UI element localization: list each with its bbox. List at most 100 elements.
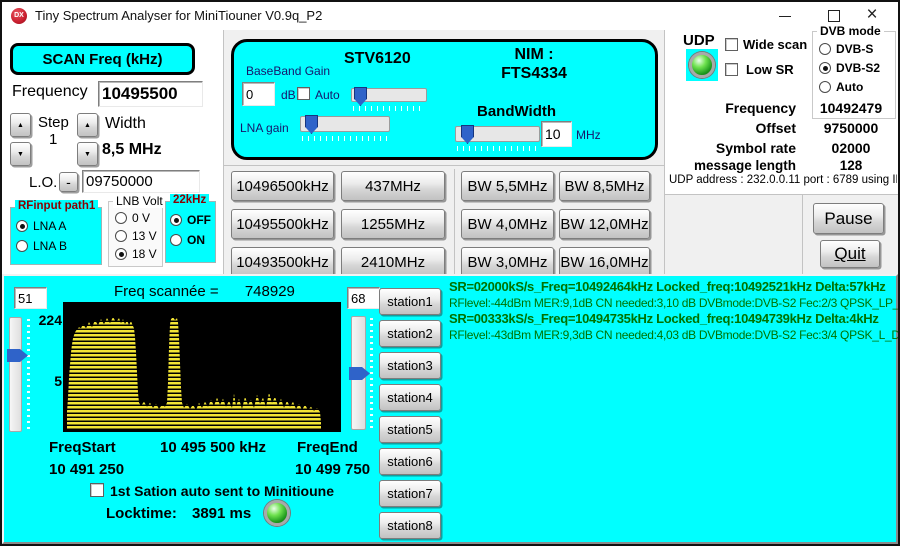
radio-label: LNA A [33, 219, 66, 233]
arrow-down-icon: ▼ [17, 151, 24, 158]
step-down-button[interactable]: ▼ [10, 142, 31, 166]
low-sr-label: Low SR [746, 62, 794, 77]
baseband-gain-slider[interactable] [351, 88, 427, 102]
station1-button[interactable]: station1 [379, 288, 441, 315]
slider-ticks [27, 319, 30, 430]
station2-button[interactable]: station2 [379, 320, 441, 347]
bw-button-3-0[interactable]: BW 3,0MHz [461, 247, 554, 277]
status-line-sr-2: SR=00333kS/s_Freq=10494735kHz Locked_fre… [449, 311, 899, 326]
station3-button[interactable]: station3 [379, 352, 441, 379]
station5-button[interactable]: station5 [379, 416, 441, 443]
lna-gain-label: LNA gain [240, 121, 289, 135]
info-row-offset: Offset 9750000 [666, 120, 894, 136]
pause-button[interactable]: Pause [813, 203, 884, 234]
info-row-frequency: Frequency 10492479 [666, 100, 894, 116]
preset-band-button-2410[interactable]: 2410MHz [341, 247, 445, 277]
radio-icon [170, 234, 182, 246]
slider-thumb[interactable] [461, 125, 474, 144]
frequency-input[interactable] [98, 81, 203, 107]
radio-icon [115, 212, 127, 224]
radio-label: DVB-S2 [836, 61, 880, 75]
divider-presets [454, 169, 455, 277]
auto-send-label: 1st Sation auto sent to Minitioune [110, 483, 334, 499]
preset-band-button-1255[interactable]: 1255MHz [341, 209, 445, 239]
info-row-message-length: message length 128 [666, 158, 894, 173]
arrow-up-icon: ▲ [84, 122, 91, 129]
lo-minus-button[interactable]: - [59, 172, 78, 192]
preset-freq-button-3[interactable]: 10493500kHz [231, 247, 334, 277]
radio-18v[interactable]: 18 V [115, 247, 157, 261]
bandwidth-input[interactable] [541, 121, 572, 147]
info-value: 10492479 [808, 100, 894, 116]
radio-22khz-off[interactable]: OFF [170, 213, 211, 227]
radio-label: 13 V [132, 229, 157, 243]
bandwidth-slider[interactable] [455, 126, 540, 142]
radio-label: DVB-S [836, 42, 873, 56]
low-sr-checkbox[interactable] [725, 63, 738, 76]
width-up-button[interactable]: ▲ [77, 113, 98, 137]
width-label: Width [105, 115, 146, 133]
preset-band-button-437[interactable]: 437MHz [341, 171, 445, 201]
radio-0v[interactable]: 0 V [115, 211, 150, 225]
bw-button-16-0[interactable]: BW 16,0MHz [559, 247, 650, 277]
radio-icon [819, 62, 831, 74]
station4-button[interactable]: station4 [379, 384, 441, 411]
divider-pause-panel [802, 195, 803, 274]
right-gain-input[interactable] [347, 287, 380, 309]
slider-ticks [353, 106, 425, 111]
radio-icon [115, 248, 127, 260]
station6-button[interactable]: station6 [379, 448, 441, 475]
slider-thumb[interactable] [354, 87, 367, 106]
khz22-group-title: 22kHz [170, 194, 209, 206]
slider-ticks [302, 136, 388, 141]
radio-dvb-s2[interactable]: DVB-S2 [819, 61, 880, 75]
lnb-volt-group: LNB Volt 0 V 13 V 18 V [108, 201, 163, 267]
radio-dvb-s[interactable]: DVB-S [819, 42, 873, 56]
spectrum-y-min-label: 5 [34, 373, 62, 389]
width-down-button[interactable]: ▼ [77, 142, 98, 166]
status-line-rf-2: RFlevel:-43dBm MER:9,3dB CN needed:4,03 … [449, 328, 899, 342]
preset-freq-button-2[interactable]: 10495500kHz [231, 209, 334, 239]
minimize-icon [779, 16, 791, 17]
locktime-label: Locktime: [106, 505, 177, 522]
bw-button-12-0[interactable]: BW 12,0MHz [559, 209, 650, 239]
radio-label: ON [187, 233, 205, 247]
quit-button[interactable]: Quit [820, 240, 880, 268]
radio-label: 18 V [132, 247, 157, 261]
bw-button-8-5[interactable]: BW 8,5MHz [559, 171, 650, 201]
baseband-gain-input[interactable] [242, 82, 275, 106]
left-gain-slider[interactable] [9, 317, 22, 432]
auto-checkbox[interactable] [297, 87, 310, 100]
wide-scan-checkbox[interactable] [725, 38, 738, 51]
slider-thumb[interactable] [305, 115, 318, 134]
freq-center-value: 10 495 500 kHz [143, 439, 283, 456]
radio-lna-b[interactable]: LNA B [16, 239, 67, 253]
freq-scanned-value: 748929 [245, 283, 295, 300]
radio-icon [16, 240, 28, 252]
info-row-symbol-rate: Symbol rate 02000 [666, 140, 894, 156]
scan-freq-button[interactable]: SCAN Freq (kHz) [10, 43, 195, 75]
lna-gain-slider[interactable] [300, 116, 390, 132]
step-up-button[interactable]: ▲ [10, 113, 31, 137]
radio-13v[interactable]: 13 V [115, 229, 157, 243]
radio-icon [819, 43, 831, 55]
width-value: 8,5 MHz [102, 141, 162, 159]
station7-button[interactable]: station7 [379, 480, 441, 507]
lo-input[interactable] [82, 170, 200, 193]
radio-22khz-on[interactable]: ON [170, 233, 205, 247]
radio-dvb-auto[interactable]: Auto [819, 80, 863, 94]
left-gain-input[interactable] [14, 287, 47, 309]
info-label: message length [666, 158, 808, 173]
udp-label: UDP [683, 32, 715, 49]
auto-send-checkbox[interactable] [90, 483, 104, 497]
bw-button-4-0[interactable]: BW 4,0MHz [461, 209, 554, 239]
window-title: Tiny Spectrum Analyser for MiniTiouner V… [35, 8, 322, 23]
preset-freq-button-1[interactable]: 10496500kHz [231, 171, 334, 201]
radio-label: OFF [187, 213, 211, 227]
minimize-button[interactable] [765, 2, 805, 30]
bw-button-5-5[interactable]: BW 5,5MHz [461, 171, 554, 201]
radio-lna-a[interactable]: LNA A [16, 219, 66, 233]
info-label: Symbol rate [666, 140, 808, 156]
station8-button[interactable]: station8 [379, 512, 441, 539]
rf-input-group: RFinput path1 LNA A LNA B [10, 207, 102, 265]
